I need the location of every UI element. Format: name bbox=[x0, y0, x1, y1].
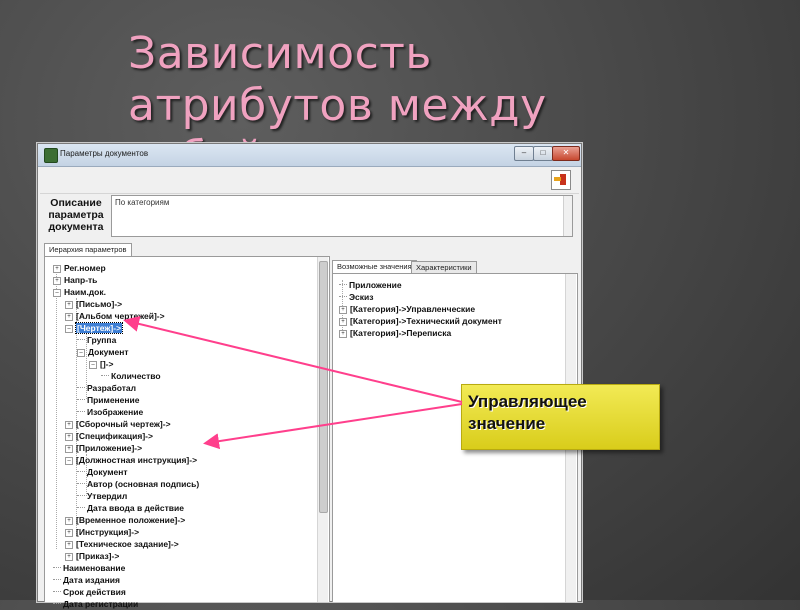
tree-item[interactable]: + [Категория]->Технический документ bbox=[339, 315, 502, 327]
tree-item[interactable]: + [Категория]->Управленческие bbox=[339, 303, 475, 315]
tree-item[interactable]: + [Инструкция]-> bbox=[65, 526, 139, 538]
expand-icon[interactable]: + bbox=[339, 306, 347, 314]
tree-item[interactable]: Группа bbox=[77, 334, 116, 346]
tree-item[interactable]: + [Приложение]-> bbox=[65, 442, 142, 454]
expand-icon[interactable]: + bbox=[65, 313, 73, 321]
maximize-button[interactable]: □ bbox=[533, 146, 553, 161]
tree-item[interactable]: Срок действия bbox=[53, 586, 126, 598]
tree-item[interactable]: Утвердил bbox=[77, 490, 127, 502]
tree-item[interactable]: + [Альбом чертежей]-> bbox=[65, 310, 165, 322]
tree-item[interactable]: – Документ bbox=[77, 346, 129, 358]
expand-icon[interactable]: + bbox=[65, 433, 73, 441]
expand-icon[interactable]: + bbox=[65, 421, 73, 429]
callout-text: Управляющее значение bbox=[468, 392, 587, 433]
collapse-icon[interactable]: – bbox=[65, 325, 73, 333]
tab-parameter-hierarchy[interactable]: Иерархия параметров bbox=[44, 243, 132, 256]
tree-item[interactable]: Эскиз bbox=[339, 291, 373, 303]
description-field[interactable]: По категориям bbox=[111, 195, 573, 237]
left-panel: + Рег.номер + Напр-ть – Наим.док. + [Письмо]… bbox=[44, 256, 330, 609]
tree-item[interactable]: Приложение bbox=[339, 279, 402, 291]
tree-item[interactable]: – Наим.док. bbox=[53, 286, 106, 298]
tree-item[interactable]: – [Должностная инструкция]-> bbox=[65, 454, 197, 466]
expand-icon[interactable]: + bbox=[339, 330, 347, 338]
exit-door-icon[interactable] bbox=[551, 170, 571, 190]
scroll-thumb[interactable] bbox=[319, 261, 328, 513]
description-value: По категориям bbox=[115, 198, 170, 207]
expand-icon[interactable]: + bbox=[65, 553, 73, 561]
tree-item[interactable]: Наименование bbox=[53, 562, 125, 574]
expand-icon[interactable]: + bbox=[65, 517, 73, 525]
expand-icon[interactable]: + bbox=[65, 541, 73, 549]
expand-icon[interactable]: + bbox=[339, 318, 347, 326]
collapse-icon[interactable]: – bbox=[89, 361, 97, 369]
window-title: Параметры документов bbox=[60, 149, 149, 158]
tree-item[interactable]: + Напр-ть bbox=[53, 274, 97, 286]
tree-item[interactable]: Применение bbox=[77, 394, 140, 406]
tree-item[interactable]: + [Спецификация]-> bbox=[65, 430, 153, 442]
tree-item[interactable]: + [Приказ]-> bbox=[65, 550, 119, 562]
collapse-icon[interactable]: – bbox=[65, 457, 73, 465]
left-panel-scrollbar[interactable] bbox=[317, 257, 328, 602]
tree-item[interactable]: Разработал bbox=[77, 382, 136, 394]
expand-icon[interactable]: + bbox=[53, 277, 61, 285]
description-scrollbar[interactable] bbox=[563, 196, 572, 236]
parameters-window: Параметры документов – □ ✕ Описание пара… bbox=[37, 143, 582, 609]
tree-item[interactable]: + [Сборочный чертеж]-> bbox=[65, 418, 171, 430]
expand-icon[interactable]: + bbox=[65, 445, 73, 453]
tree-item[interactable]: + Рег.номер bbox=[53, 262, 106, 274]
tree-item[interactable]: + [Техническое задание]-> bbox=[65, 538, 179, 550]
tree-item[interactable]: Дата ввода в действие bbox=[77, 502, 184, 514]
tree-item[interactable]: Автор (основная подпись) bbox=[77, 478, 199, 490]
expand-icon[interactable]: + bbox=[53, 265, 61, 273]
collapse-icon[interactable]: – bbox=[53, 289, 61, 297]
tree-item[interactable]: Количество bbox=[101, 370, 161, 382]
tree-item[interactable]: + [Временное положение]-> bbox=[65, 514, 185, 526]
expand-icon[interactable]: + bbox=[65, 529, 73, 537]
tree-item[interactable]: Документ bbox=[77, 466, 128, 478]
description-label: Описание параметра документа bbox=[48, 197, 104, 233]
tree-item[interactable]: – []-> bbox=[89, 358, 113, 370]
window-titlebar[interactable]: Параметры документов – □ ✕ bbox=[38, 144, 581, 167]
tab-possible-values[interactable]: Возможные значения bbox=[332, 260, 417, 273]
tree-item[interactable]: + [Письмо]-> bbox=[65, 298, 122, 310]
toolbar bbox=[40, 167, 579, 194]
tree-item-selected[interactable]: – [Чертеж]-> bbox=[65, 322, 124, 334]
tree-item[interactable]: Дата издания bbox=[53, 574, 120, 586]
tree-item[interactable]: + [Категория]->Переписка bbox=[339, 327, 451, 339]
expand-icon[interactable]: + bbox=[65, 301, 73, 309]
callout-box: Управляющее значение bbox=[461, 384, 660, 450]
close-button[interactable]: ✕ bbox=[552, 146, 580, 161]
app-icon bbox=[44, 148, 58, 163]
collapse-icon[interactable]: – bbox=[77, 349, 85, 357]
minimize-button[interactable]: – bbox=[514, 146, 534, 161]
tree-item[interactable]: Изображение bbox=[77, 406, 143, 418]
